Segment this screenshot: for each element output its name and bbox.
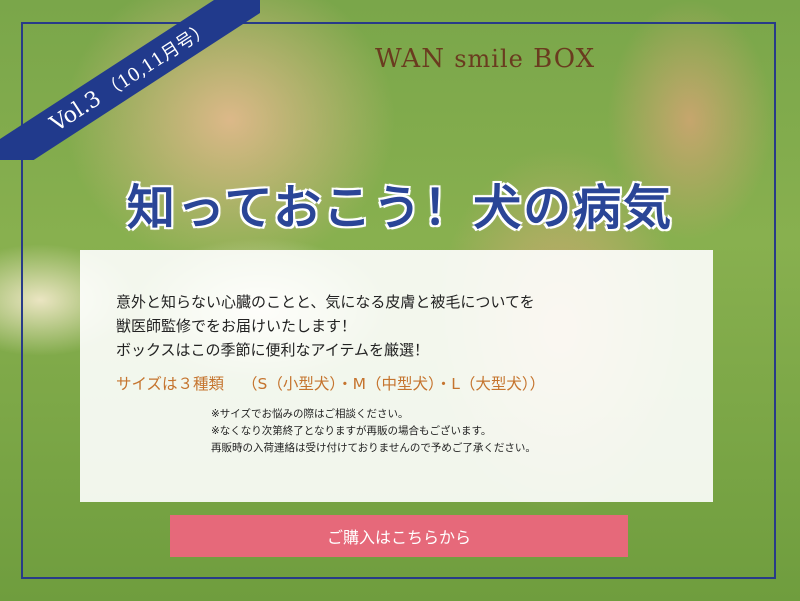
brand-word-1: WAN xyxy=(375,44,445,74)
notes: ※サイズでお悩みの際はご相談ください。 ※なくなり次第終了となりますが再販の場合… xyxy=(211,406,713,457)
note-line: ※なくなり次第終了となりますが再販の場合もございます。 xyxy=(211,425,492,437)
description-line: 意外と知らない心臓のことと、気になる皮膚と被毛についてを xyxy=(116,293,535,311)
headline: 知っておこう！犬の病気 xyxy=(126,180,674,236)
description: 意外と知らない心臓のことと、気になる皮膚と被毛についてを 獣医師監修でをお届けい… xyxy=(116,290,713,362)
volume-ribbon-band: Vol.3 （10,11月号） xyxy=(0,0,260,160)
banner: Vol.3 （10,11月号） WAN smile BOX 知っておこう！犬の病… xyxy=(0,0,800,601)
issue-months: （10,11月号） xyxy=(98,18,214,104)
brand-word-3: BOX xyxy=(533,44,596,74)
sizes-options: （S（小型犬）・M（中型犬）・L（大型犬）） xyxy=(242,375,546,393)
note-line: ※サイズでお悩みの際はご相談ください。 xyxy=(211,408,409,420)
info-panel: 意外と知らない心臓のことと、気になる皮膚と被毛についてを 獣医師監修でをお届けい… xyxy=(80,250,713,502)
brand-logo: WAN smile BOX xyxy=(375,44,595,74)
sizes-info: サイズは３種類 （S（小型犬）・M（中型犬）・L（大型犬）） xyxy=(116,372,713,394)
volume-ribbon: Vol.3 （10,11月号） xyxy=(0,0,260,160)
description-line: ボックスはこの季節に便利なアイテムを厳選！ xyxy=(116,341,430,359)
description-line: 獣医師監修でをお届けいたします！ xyxy=(116,317,357,335)
purchase-button[interactable]: ご購入はこちらから xyxy=(170,515,628,557)
brand-word-2: smile xyxy=(454,45,524,73)
volume-number: Vol.3 xyxy=(45,85,106,137)
sizes-label: サイズは３種類 xyxy=(116,375,225,393)
note-line: 再販時の入荷連絡は受け付けておりませんので予めご了承ください。 xyxy=(211,442,536,454)
